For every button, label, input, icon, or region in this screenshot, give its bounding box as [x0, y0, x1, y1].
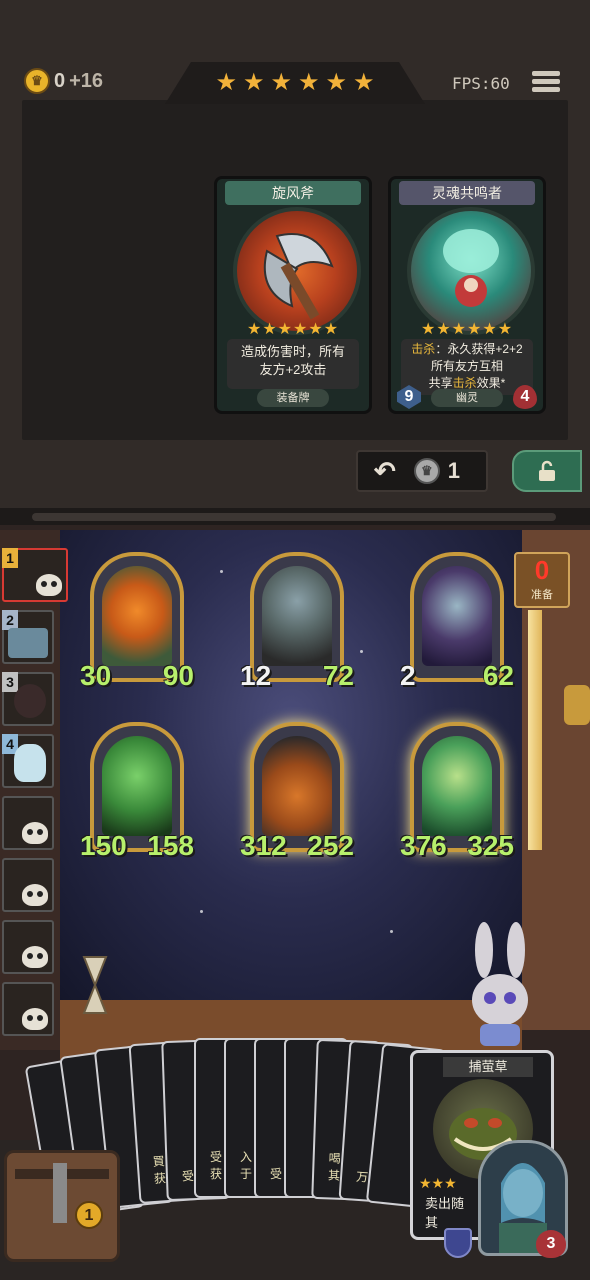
card-type: 幽灵 [431, 389, 503, 407]
unlock-icon [539, 460, 555, 481]
board-minion[interactable]: 12 72 [240, 552, 354, 691]
refresh-button[interactable]: ↶ ♛ 1 [356, 450, 488, 492]
divider-bar [32, 513, 556, 521]
card-stars: ★★★ [419, 1175, 457, 1191]
card-description: 击杀：永久获得+2+2 所有友方互相 共享击杀效果* [401, 339, 533, 395]
minion-attack: 12 [240, 660, 272, 691]
star-icon: ★ [298, 69, 320, 96]
opponent-rank: 1 [2, 548, 18, 568]
board-minion[interactable]: 376 325 [400, 722, 514, 861]
card-stars: ★★★★★★ [420, 321, 514, 338]
gold-income: +16 [69, 69, 104, 92]
opponent-rank: 2 [2, 610, 18, 630]
fairy-art [422, 736, 492, 836]
star-icon: ★ [242, 69, 265, 96]
opponent-rank: 3 [2, 672, 18, 692]
chest-count: 1 [75, 1201, 103, 1229]
board-minion[interactable]: 2 62 [400, 552, 514, 691]
ghost-art [407, 207, 535, 335]
opponent-slot[interactable]: 4 [2, 734, 54, 788]
opponent-slot[interactable] [2, 920, 54, 974]
gold-display: ♛ 0 +16 [24, 68, 103, 94]
desc-text: 效果* [476, 376, 506, 390]
desc-line: 友方+2攻击 [259, 362, 327, 377]
opponent-slot[interactable]: 3 [2, 672, 54, 726]
minion-health: 72 [322, 660, 354, 691]
skull-icon [22, 884, 48, 906]
shop-card-soul-resonator[interactable]: 灵魂共鸣者 ★★★★★★ 击杀：永久获得+2+2 所有友方互相 共享击杀效果* … [388, 176, 546, 414]
star-icon: ★ [325, 69, 348, 96]
minion-health: 158 [147, 830, 194, 861]
star-icon: ★ [215, 69, 237, 96]
treasure-chest[interactable]: 1 [4, 1150, 120, 1262]
card-title: 灵魂共鸣者 [399, 181, 535, 205]
ready-label: 准备 [531, 589, 553, 601]
board-minion[interactable]: 150 158 [80, 722, 194, 861]
minion-attack: 312 [240, 830, 287, 861]
minion-health: 62 [482, 660, 514, 691]
minion-attack: 2 [400, 660, 416, 691]
star-icon: ★ [270, 69, 292, 96]
card-description: 造成伤害时，所有 友方+2攻击 [227, 339, 359, 389]
silver-coin-icon: ♛ [413, 458, 440, 484]
card-title: 捕萤草 [443, 1057, 533, 1077]
desc-line: 造成伤害时，所有 [240, 344, 345, 359]
minion-health: 252 [307, 830, 354, 861]
skull-icon [22, 822, 48, 844]
pumpkins-art [262, 736, 332, 836]
board-minion[interactable]: 30 90 [80, 552, 194, 691]
minion-attack: 150 [80, 830, 127, 861]
desc-text: 共享 [428, 376, 453, 390]
keyword-kill: 击杀 [411, 342, 436, 356]
desc-line: ：永久获得+2+2 [435, 342, 523, 356]
mushroom-art [262, 566, 332, 666]
desc-line: 所有友方互相 [430, 359, 503, 373]
hero-health: 3 [536, 1230, 566, 1258]
skull-icon [36, 574, 62, 596]
refresh-cost: 1 [447, 458, 461, 483]
opponent-slot[interactable]: 2 [2, 610, 54, 664]
menu-icon[interactable] [532, 68, 560, 96]
axe-art [233, 207, 361, 335]
pumpkin-art [102, 566, 172, 666]
opponent-slot[interactable]: 1 [2, 548, 68, 602]
board-minion[interactable]: 312 252 [240, 722, 354, 861]
health-badge: 4 [513, 385, 537, 409]
ready-indicator[interactable]: 0 准备 [514, 552, 570, 608]
vampire-art [422, 566, 492, 666]
hourglass-icon [80, 955, 110, 1015]
card-type: 装备牌 [257, 389, 329, 407]
crown-coin-icon: ♛ [24, 68, 50, 94]
fps-counter: FPS:60 [452, 74, 510, 93]
gold-amount: 0 [54, 69, 66, 92]
dryad-art [102, 736, 172, 836]
shield-icon[interactable] [444, 1228, 472, 1258]
minion-attack: 30 [80, 660, 112, 691]
opponent-slot[interactable] [2, 982, 54, 1036]
ready-count: 0 [534, 555, 550, 585]
minion-health: 90 [162, 660, 194, 691]
opponent-slot[interactable] [2, 796, 54, 850]
undo-arrow-icon: ↶ [374, 455, 396, 486]
star-icon: ★ [353, 69, 375, 96]
lock-shop-button[interactable] [512, 450, 582, 492]
minion-health: 325 [467, 830, 514, 861]
keyword-kill: 击杀 [452, 376, 477, 390]
opponent-slot[interactable] [2, 858, 54, 912]
tavern-tier-stars: ★ ★ ★ ★ ★ ★ [165, 62, 425, 104]
card-stars: ★★★★★★ [246, 321, 340, 338]
card-title: 旋风斧 [225, 181, 361, 205]
skull-icon [22, 1008, 48, 1030]
minion-attack: 376 [400, 830, 447, 861]
skull-icon [22, 946, 48, 968]
shop-card-whirlwind-axe[interactable]: 旋风斧 ★★★★★★ 造成伤害时，所有 友方+2攻击 装备牌 [214, 176, 372, 414]
